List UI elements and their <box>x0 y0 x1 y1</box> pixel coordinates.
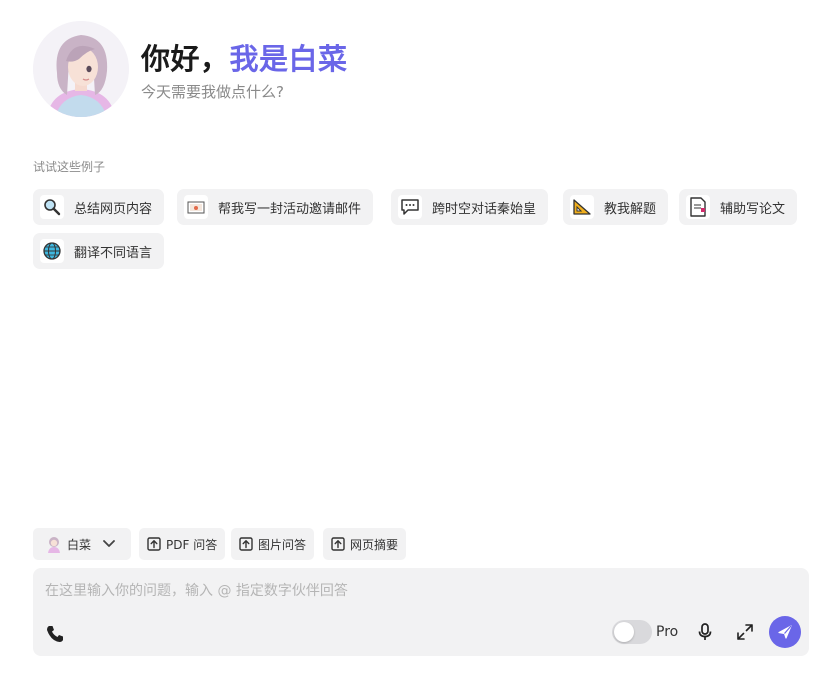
chip-label: 教我解题 <box>604 201 657 217</box>
example-chip-summarize[interactable]: 总结网页内容 <box>33 189 165 225</box>
greeting-subtitle: 今天需要我做点什么? <box>141 83 284 101</box>
chevron-down-icon <box>103 540 115 547</box>
document-icon <box>686 195 710 219</box>
upload-icon <box>147 537 161 551</box>
chip-label: 跨时空对话秦始皇 <box>432 201 537 217</box>
phone-icon[interactable] <box>45 624 65 644</box>
pro-label: Pro <box>656 624 679 640</box>
persona-avatar-icon <box>48 537 60 553</box>
chat-input-placeholder[interactable]: 在这里输入你的问题，输入 @ 指定数字伙伴回答 <box>45 580 348 600</box>
example-chip-solve-problem[interactable]: 教我解题 <box>563 189 669 225</box>
chat-input-box[interactable]: 在这里输入你的问题，输入 @ 指定数字伙伴回答 Pro <box>33 568 809 656</box>
globe-icon <box>40 239 64 263</box>
chip-label: 帮我写一封活动邀请邮件 <box>218 201 362 217</box>
example-chip-thesis[interactable]: 辅助写论文 <box>679 189 798 225</box>
persona-label: 白菜 <box>67 537 92 552</box>
upload-icon <box>239 537 253 551</box>
pdf-qa-button[interactable]: PDF 问答 <box>139 528 226 560</box>
expand-icon[interactable] <box>735 622 755 642</box>
microphone-icon[interactable] <box>695 622 715 642</box>
examples-label: 试试这些例子 <box>33 160 106 174</box>
image-qa-label: 图片问答 <box>258 537 307 552</box>
example-chip-translate[interactable]: 翻译不同语言 <box>33 233 165 269</box>
pro-toggle[interactable] <box>612 620 652 644</box>
assistant-avatar <box>33 21 129 117</box>
web-summary-label: 网页摘要 <box>350 537 399 552</box>
persona-selector[interactable]: 白菜 <box>33 528 131 560</box>
greeting-prefix: 你好， <box>141 42 230 76</box>
chip-label: 翻译不同语言 <box>74 245 153 261</box>
image-qa-button[interactable]: 图片问答 <box>231 528 315 560</box>
greeting-title: 你好，我是白菜 <box>141 36 348 78</box>
envelope-icon <box>184 195 208 219</box>
example-chip-qin-dialogue[interactable]: 跨时空对话秦始皇 <box>391 189 549 225</box>
speech-bubble-icon <box>398 195 422 219</box>
send-icon <box>778 625 792 639</box>
upload-icon <box>331 537 345 551</box>
toggle-knob <box>614 622 634 642</box>
pdf-qa-label: PDF 问答 <box>166 537 218 552</box>
chip-label: 辅助写论文 <box>720 201 786 217</box>
web-summary-button[interactable]: 网页摘要 <box>323 528 407 560</box>
send-button[interactable] <box>769 616 801 648</box>
magnifier-icon <box>40 195 64 219</box>
triangle-ruler-icon <box>570 195 594 219</box>
chip-label: 总结网页内容 <box>74 201 153 217</box>
assistant-name: 我是白菜 <box>229 42 348 76</box>
example-chip-invite-email[interactable]: 帮我写一封活动邀请邮件 <box>177 189 374 225</box>
